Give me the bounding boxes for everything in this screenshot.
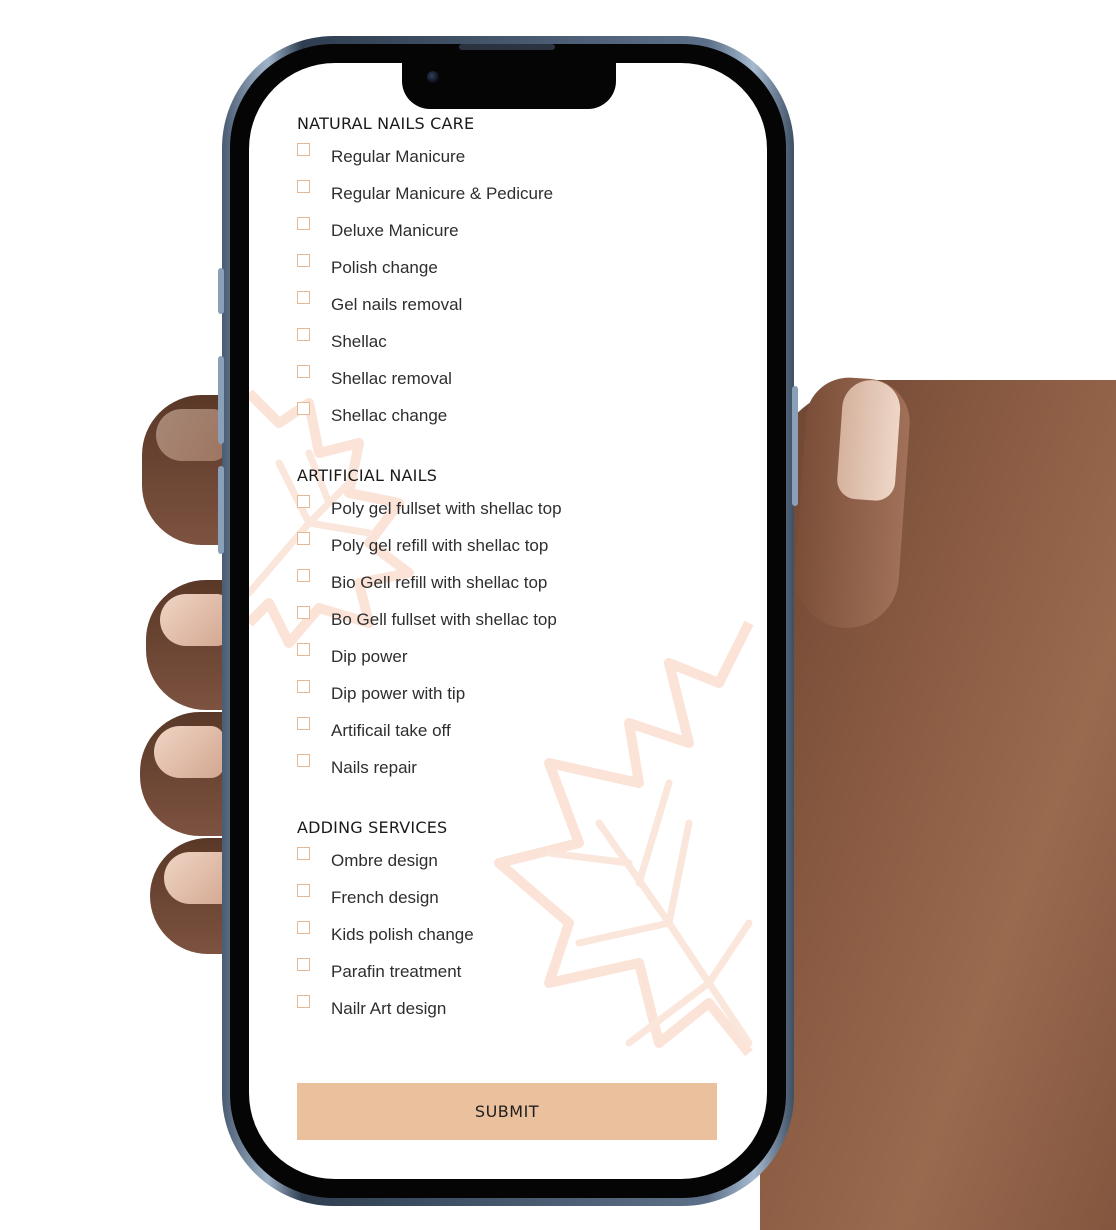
volume-down-button — [218, 356, 224, 444]
item-label[interactable]: Shellac — [331, 332, 387, 352]
checkbox[interactable] — [297, 217, 310, 230]
power-button — [792, 386, 798, 506]
item-label[interactable]: Artificail take off — [331, 721, 451, 741]
phone-screen: NATURAL NAILS CARE Regular Manicure Regu… — [249, 63, 767, 1179]
item-label[interactable]: Nailr Art design — [331, 999, 446, 1019]
section-natural-nails: NATURAL NAILS CARE Regular Manicure Regu… — [297, 113, 727, 431]
checkbox[interactable] — [297, 328, 310, 341]
checkbox[interactable] — [297, 254, 310, 267]
checkbox[interactable] — [297, 847, 310, 860]
checkbox[interactable] — [297, 921, 310, 934]
phone-frame: NATURAL NAILS CARE Regular Manicure Regu… — [218, 36, 798, 1206]
checkbox[interactable] — [297, 884, 310, 897]
list-item: Artificail take off — [297, 709, 727, 746]
list-item: Dip power — [297, 635, 727, 672]
checkbox[interactable] — [297, 402, 310, 415]
item-label[interactable]: Poly gel fullset with shellac top — [331, 499, 562, 519]
checkbox[interactable] — [297, 643, 310, 656]
item-label[interactable]: Poly gel refill with shellac top — [331, 536, 548, 556]
item-label[interactable]: Regular Manicure & Pedicure — [331, 184, 553, 204]
section-title: ARTIFICIAL NAILS — [297, 466, 438, 485]
list-item: Ombre design — [297, 839, 727, 876]
item-label[interactable]: Deluxe Manicure — [331, 221, 459, 241]
item-label[interactable]: Parafin treatment — [331, 962, 461, 982]
item-label[interactable]: Dip power with tip — [331, 684, 465, 704]
list-item: Bo Gell fullset with shellac top — [297, 598, 727, 635]
list-item: Shellac change — [297, 394, 727, 431]
section-title: NATURAL NAILS CARE — [297, 114, 475, 133]
section-title: ADDING SERVICES — [297, 818, 448, 837]
item-label[interactable]: Gel nails removal — [331, 295, 462, 315]
list-item: Dip power with tip — [297, 672, 727, 709]
list-item: Shellac — [297, 320, 727, 357]
list-item: Bio Gell refill with shellac top — [297, 561, 727, 598]
thumb-nail — [835, 378, 903, 502]
item-label[interactable]: Kids polish change — [331, 925, 474, 945]
stage: NATURAL NAILS CARE Regular Manicure Regu… — [0, 0, 1116, 1230]
list-item: Regular Manicure — [297, 135, 727, 172]
list-item: Nailr Art design — [297, 987, 727, 1024]
checkbox[interactable] — [297, 995, 310, 1008]
list-item: Deluxe Manicure — [297, 209, 727, 246]
list-item: Poly gel fullset with shellac top — [297, 487, 727, 524]
submit-button[interactable]: SUBMIT — [297, 1083, 717, 1140]
volume-down-button-2 — [218, 466, 224, 554]
checkbox[interactable] — [297, 365, 310, 378]
item-label[interactable]: French design — [331, 888, 439, 908]
checkbox[interactable] — [297, 569, 310, 582]
section-adding-services: ADDING SERVICES Ombre design French desi… — [297, 817, 727, 1024]
item-label[interactable]: Nails repair — [331, 758, 417, 778]
checkbox[interactable] — [297, 291, 310, 304]
list-item: Polish change — [297, 246, 727, 283]
checkbox[interactable] — [297, 143, 310, 156]
checkbox[interactable] — [297, 180, 310, 193]
item-label[interactable]: Regular Manicure — [331, 147, 465, 167]
list-item: Shellac removal — [297, 357, 727, 394]
list-item: Nails repair — [297, 746, 727, 783]
checkbox[interactable] — [297, 754, 310, 767]
list-item: Gel nails removal — [297, 283, 727, 320]
item-label[interactable]: Polish change — [331, 258, 438, 278]
checkbox[interactable] — [297, 680, 310, 693]
section-artificial-nails: ARTIFICIAL NAILS Poly gel fullset with s… — [297, 465, 727, 783]
volume-up-button — [218, 268, 224, 314]
list-item: Regular Manicure & Pedicure — [297, 172, 727, 209]
list-item: Poly gel refill with shellac top — [297, 524, 727, 561]
checkbox[interactable] — [297, 532, 310, 545]
speaker-grille — [459, 44, 555, 50]
item-label[interactable]: Dip power — [331, 647, 408, 667]
item-label[interactable]: Shellac removal — [331, 369, 452, 389]
list-item: Kids polish change — [297, 913, 727, 950]
checkbox[interactable] — [297, 495, 310, 508]
item-label[interactable]: Ombre design — [331, 851, 438, 871]
service-form: NATURAL NAILS CARE Regular Manicure Regu… — [297, 113, 727, 1024]
checkbox[interactable] — [297, 606, 310, 619]
notch — [402, 63, 616, 109]
item-label[interactable]: Bio Gell refill with shellac top — [331, 573, 547, 593]
item-label[interactable]: Shellac change — [331, 406, 447, 426]
item-label[interactable]: Bo Gell fullset with shellac top — [331, 610, 557, 630]
checkbox[interactable] — [297, 958, 310, 971]
list-item: Parafin treatment — [297, 950, 727, 987]
checkbox[interactable] — [297, 717, 310, 730]
camera-icon — [427, 71, 439, 83]
list-item: French design — [297, 876, 727, 913]
